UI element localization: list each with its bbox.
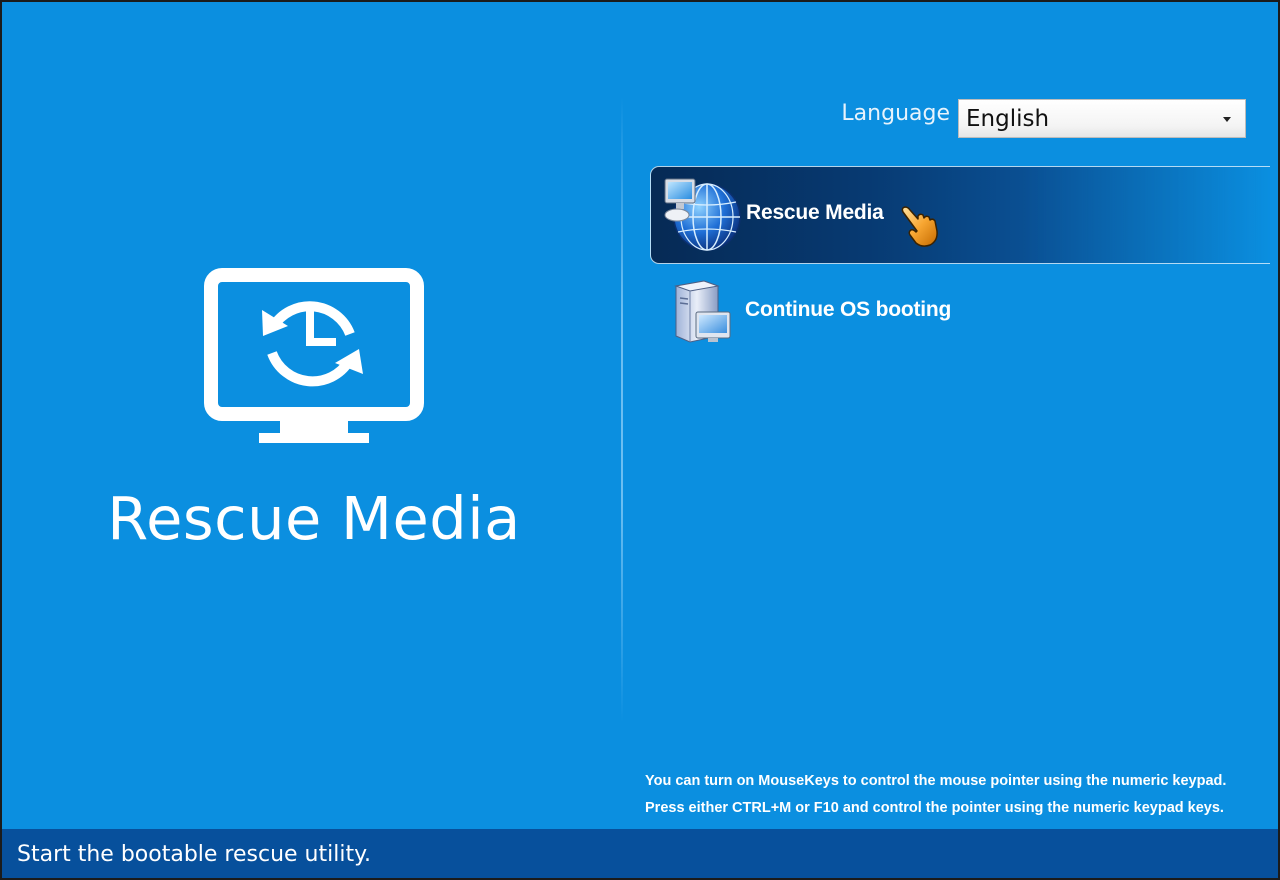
panel-divider	[621, 97, 623, 722]
chevron-down-icon[interactable]	[1223, 117, 1231, 122]
mousekeys-hint-line-1: You can turn on MouseKeys to control the…	[645, 773, 1227, 789]
computer-tower-icon	[674, 280, 731, 343]
language-label: Language	[841, 101, 950, 126]
menu-item-continue-os-booting[interactable]: Continue OS booting	[650, 274, 1270, 352]
menu-item-label: Continue OS booting	[745, 298, 952, 321]
status-bar: Start the bootable rescue utility.	[2, 829, 1278, 878]
menu-item-rescue-media[interactable]: Rescue Media	[650, 166, 1270, 264]
menu-item-label: Rescue Media	[746, 201, 884, 224]
hand-pointer-icon	[901, 206, 938, 247]
rescue-media-screen: Rescue Media Language English Rescue Med…	[0, 0, 1280, 880]
monitor-clock-icon	[204, 268, 424, 443]
page-title: Rescue Media	[107, 484, 521, 553]
language-select[interactable]: English	[958, 99, 1246, 138]
status-text: Start the bootable rescue utility.	[17, 842, 371, 867]
language-selected-value: English	[966, 106, 1050, 132]
mousekeys-hint-line-2: Press either CTRL+M or F10 and control t…	[645, 800, 1224, 816]
globe-computer-icon	[664, 178, 741, 251]
